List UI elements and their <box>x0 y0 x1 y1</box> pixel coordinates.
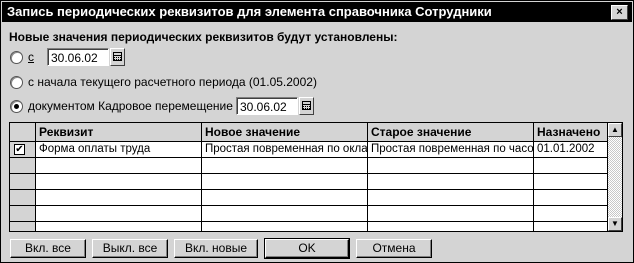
scroll-down-button[interactable]: ▼ <box>608 217 622 231</box>
table-row[interactable] <box>10 206 608 222</box>
header-corner <box>10 123 36 141</box>
row-check-cell[interactable] <box>10 222 36 231</box>
select-all-button[interactable]: Вкл. все <box>10 239 86 258</box>
radio-from-date[interactable] <box>10 51 23 64</box>
options-heading: Новые значения периодических реквизитов … <box>9 30 398 44</box>
radio-document[interactable] <box>10 100 23 113</box>
title-bar: Запись периодических реквизитов для элем… <box>2 2 632 22</box>
cell-assigned[interactable]: 01.01.2002 <box>534 142 608 157</box>
arrow-up-icon: ▲ <box>611 125 619 134</box>
vertical-scrollbar[interactable]: ▲ ▼ <box>607 123 622 231</box>
column-header-new-value[interactable]: Новое значение <box>202 123 368 141</box>
arrow-down-icon: ▼ <box>611 219 619 228</box>
cell-attribute[interactable] <box>36 174 202 189</box>
calendar-icon <box>302 101 311 110</box>
cell-attribute[interactable] <box>36 158 202 173</box>
column-header-old-value[interactable]: Старое значение <box>368 123 534 141</box>
cell-attribute[interactable] <box>36 206 202 221</box>
cell-attribute[interactable] <box>36 222 202 231</box>
radio-period-start-label: с начала текущего расчетного периода (01… <box>28 75 317 89</box>
row-check-cell[interactable] <box>10 158 36 173</box>
dialog-window: Запись периодических реквизитов для элем… <box>0 0 634 263</box>
select-new-button[interactable]: Вкл. новые <box>174 239 258 258</box>
cell-assigned[interactable] <box>534 190 608 205</box>
cell-old-value[interactable] <box>368 222 534 231</box>
radio-from-date-label: с <box>28 50 34 64</box>
cell-old-value[interactable] <box>368 190 534 205</box>
row-check-cell[interactable] <box>10 174 36 189</box>
cell-old-value[interactable] <box>368 174 534 189</box>
cell-new-value[interactable]: Простая повременная по оклад <box>202 142 368 157</box>
from-date-input[interactable]: 30.06.02 <box>47 48 109 66</box>
cell-assigned[interactable] <box>534 222 608 231</box>
cell-assigned[interactable] <box>534 174 608 189</box>
radio-period-start[interactable] <box>10 76 23 89</box>
close-button[interactable]: × <box>611 5 628 20</box>
cell-old-value[interactable] <box>368 206 534 221</box>
cell-new-value[interactable] <box>202 174 368 189</box>
column-header-attribute[interactable]: Реквизит <box>36 123 202 141</box>
cancel-button[interactable]: Отмена <box>356 239 432 258</box>
table-row[interactable] <box>10 222 608 231</box>
column-header-assigned[interactable]: Назначено <box>534 123 608 141</box>
ok-button[interactable]: OK <box>264 238 350 259</box>
deselect-all-button[interactable]: Выкл. все <box>92 239 168 258</box>
cell-old-value[interactable] <box>368 158 534 173</box>
row-check-cell[interactable]: ✔ <box>10 142 36 157</box>
cell-new-value[interactable] <box>202 158 368 173</box>
scroll-up-button[interactable]: ▲ <box>608 123 622 137</box>
table-header: Реквизит Новое значение Старое значение … <box>10 123 608 142</box>
row-check-cell[interactable] <box>10 190 36 205</box>
table-row[interactable]: ✔ Форма оплаты труда Простая повременная… <box>10 142 608 158</box>
from-date-calendar-button[interactable] <box>110 48 125 66</box>
document-date-calendar-button[interactable] <box>299 97 314 115</box>
radio-document-label: документом Кадровое перемещение с <box>28 99 243 113</box>
calendar-icon <box>113 52 122 61</box>
cell-attribute[interactable] <box>36 190 202 205</box>
close-icon: × <box>616 6 623 18</box>
cell-assigned[interactable] <box>534 206 608 221</box>
table-row[interactable] <box>10 158 608 174</box>
attributes-table: Реквизит Новое значение Старое значение … <box>9 122 623 232</box>
cell-old-value[interactable]: Простая повременная по часов <box>368 142 534 157</box>
cell-assigned[interactable] <box>534 158 608 173</box>
checkmark-icon[interactable]: ✔ <box>14 144 25 155</box>
table-row[interactable] <box>10 190 608 206</box>
document-date-input[interactable]: 30.06.02 <box>236 97 298 115</box>
table-row[interactable] <box>10 174 608 190</box>
cell-new-value[interactable] <box>202 206 368 221</box>
window-title: Запись периодических реквизитов для элем… <box>7 4 492 19</box>
cell-new-value[interactable] <box>202 190 368 205</box>
row-check-cell[interactable] <box>10 206 36 221</box>
cell-attribute[interactable]: Форма оплаты труда <box>36 142 202 157</box>
cell-new-value[interactable] <box>202 222 368 231</box>
